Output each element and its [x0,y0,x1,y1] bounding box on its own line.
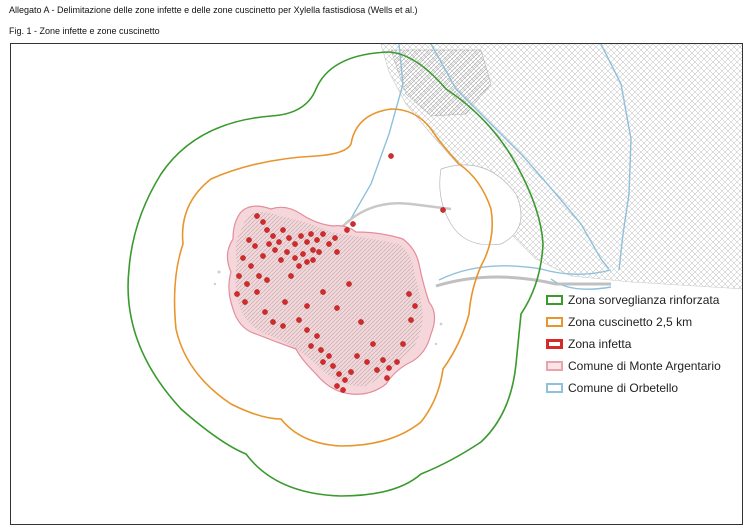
map-frame [10,43,743,525]
legend-swatch-buffer [546,317,563,327]
tombolo-feniglia [435,275,611,288]
legend-label: Zona sorveglianza rinforzata [568,293,720,307]
legend-item-surveillance: Zona sorveglianza rinforzata [546,289,736,311]
figure-title: Fig. 1 - Zone infette e zone cuscinetto [9,26,160,36]
legend-swatch-surveillance [546,295,563,305]
legend-label: Comune di Monte Argentario [568,359,721,373]
map-legend: Zona sorveglianza rinforzata Zona cuscin… [546,289,736,399]
legend-item-monte-argentario: Comune di Monte Argentario [546,355,736,377]
legend-label: Zona cuscinetto 2,5 km [568,315,693,329]
legend-item-buffer: Zona cuscinetto 2,5 km [546,311,736,333]
legend-swatch-infected [546,339,563,349]
legend-swatch-orbetello [546,383,563,393]
legend-label: Comune di Orbetello [568,381,679,395]
legend-item-orbetello: Comune di Orbetello [546,377,736,399]
tombolo-giannella [342,202,452,227]
document-title: Allegato A - Delimitazione delle zone in… [9,5,418,15]
map-canvas [127,44,742,497]
legend-swatch-monte-argentario [546,361,563,371]
legend-item-infected: Zona infetta [546,333,736,355]
legend-label: Zona infetta [568,337,632,351]
